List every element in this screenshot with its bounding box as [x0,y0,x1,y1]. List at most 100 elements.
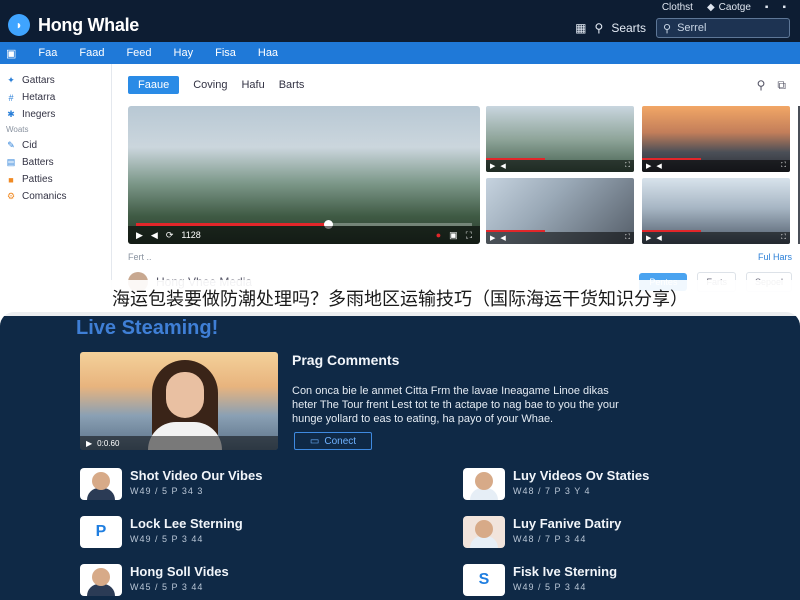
video-thumbnails: ▶ ◀ ⛶ ▶ ◀ ⛶ ▶ ◀ ⛶ ▶ ◀ ⛶ [486,106,792,244]
feature-title: Prag Comments [292,352,400,368]
home-icon[interactable]: ▣ [6,47,16,60]
tab-1[interactable]: Faaue [128,76,180,94]
full-hars-link[interactable]: Ful Hars [758,252,792,262]
search-placeholder: Serrel [677,22,707,34]
main-content: Faaue Coving Hafu Barts ⚲ ⧉ ▶ ◀ ⟳ 1128 ●… [118,64,800,304]
live-title: Live Steaming! [76,317,219,339]
list-item[interactable]: S Fisk Ive Sterning W49 / 5 P 3 44 [463,564,723,598]
fullscreen-icon[interactable]: ⛶ [466,230,472,241]
hash-icon: # [8,92,14,103]
lock-icon: ▪ [764,1,769,13]
search-icon[interactable]: ⚲ [757,78,766,93]
fullscreen-icon[interactable]: ⛶ [781,162,786,170]
play-icon[interactable]: ▶ [490,234,495,242]
top-right-controls: ▦ ⚲ Searts ⚲ Serrel [575,18,790,38]
play-icon[interactable]: ▶ [490,162,495,170]
pin-icon: ✎ [7,140,15,150]
play-icon[interactable]: ▶ [136,230,143,241]
search-icon: ⚲ [594,21,604,35]
top-link-3[interactable]: ▪ [765,2,769,13]
play-icon[interactable]: ▶ [646,162,651,170]
sidebar-item-2[interactable]: # Hetarra [0,89,111,106]
volume-icon[interactable]: ◀ [656,234,661,242]
video-thumbnail-2[interactable]: ▶ ◀ ⛶ [642,106,790,172]
volume-icon[interactable]: ◀ [500,162,505,170]
thumb-controls: ▶ ◀ ⛶ [486,158,634,172]
volume-icon[interactable]: ◀ [500,234,505,242]
nav-link-5[interactable]: Fisa [215,47,236,59]
feature-controls: ▶ 0:0.60 [80,436,278,450]
sparkle-icon: ✱ [7,109,15,119]
settings-icon[interactable]: ▣ [449,230,458,241]
connect-button[interactable]: ▭ Conect [294,432,372,450]
whale-logo-icon: ◗ [8,14,30,36]
app-title: Hong Whale [38,14,139,35]
video-thumbnail-3[interactable]: ▶ ◀ ⛶ [486,178,634,244]
nav-strip: ▣ Faa Faad Feed Hay Fisa Haa [0,42,800,64]
nav-link-3[interactable]: Feed [126,47,151,59]
top-bar: Clothst ◆ Caotge ▪ ▪ ◗ Hong Whale ▦ ⚲ Sea… [0,0,800,42]
list-item[interactable]: Luy Videos Ov Staties W48 / 7 P 3 Y 4 [463,468,723,502]
tab-3[interactable]: Hafu [241,79,264,91]
thumb-controls: ▶ ◀ ⛶ [486,230,634,244]
player-controls: ▶ ◀ ⟳ 1128 ● ▣ ⛶ [128,226,480,244]
list-item-thumbnail [463,516,505,548]
grid-icon: ▦ [575,21,587,35]
skip-icon[interactable]: ⟳ [166,230,174,241]
nav-link-4[interactable]: Hay [174,47,194,59]
feature-time: 0:0.60 [97,438,120,448]
video-meta-row: Fert .. Ful Hars [128,252,792,262]
nav-link-6[interactable]: Haa [258,47,278,59]
top-link-4[interactable]: ▪ [782,2,786,13]
sidebar: ✦ Gattars # Hetarra ✱ Inegers Woats ✎ Cid ▤ B… [0,64,112,304]
thumb-controls: ▶ ◀ ⛶ [642,230,790,244]
volume-icon[interactable]: ◀ [151,230,158,241]
live-streaming-panel: Live Steaming! ▶ 0:0.60 Prag Comments Co… [0,312,800,600]
fullscreen-icon[interactable]: ⛶ [625,234,630,242]
featured-stream[interactable]: ▶ 0:0.60 [80,352,278,450]
fullscreen-icon[interactable]: ⛶ [781,234,786,242]
expand-icon[interactable]: ⧉ [777,78,786,93]
list-item-thumbnail: S [463,564,505,596]
video-time: 1128 [181,230,201,240]
video-thumbnail-4[interactable]: ▶ ◀ ⛶ [642,178,790,244]
top-link-1[interactable]: Clothst [662,2,693,13]
list-item-thumbnail [463,468,505,500]
sidebar-item-1[interactable]: ✦ Gattars [0,72,111,89]
flag-icon: ■ [8,174,14,185]
video-thumbnail-1[interactable]: ▶ ◀ ⛶ [486,106,634,172]
link-icon: ▭ [309,435,320,447]
top-links: Clothst ◆ Caotge ▪ ▪ [662,0,786,14]
fullscreen-icon[interactable]: ⛶ [625,162,630,170]
sidebar-item-6[interactable]: ■ Patties [0,171,111,188]
video-player[interactable]: ▶ ◀ ⟳ 1128 ● ▣ ⛶ [128,106,480,244]
sidebar-item-5[interactable]: ▤ Batters [0,154,111,171]
app-logo[interactable]: ◗ Hong Whale [8,14,139,36]
tab-2[interactable]: Coving [193,79,227,91]
sidebar-section-label: Woats [6,125,29,134]
sidebar-item-7[interactable]: ⚙ Comanics [0,188,111,205]
thumb-controls: ▶ ◀ ⛶ [642,158,790,172]
volume-icon[interactable]: ◀ [656,162,661,170]
play-icon[interactable]: ▶ [86,439,92,448]
list-item[interactable]: Hong Soll Vides W45 / 5 P 3 44 [80,564,340,598]
searches-button[interactable]: ▦ ⚲ Searts [575,21,646,35]
menu-icon: ▪ [782,1,786,13]
nav-link-1[interactable]: Faa [38,47,57,59]
tab-4[interactable]: Barts [279,79,305,91]
record-icon[interactable]: ● [436,230,441,241]
list-item[interactable]: Shot Video Our Vibes W49 / 5 P 34 3 [80,468,340,502]
list-item-thumbnail: P [80,516,122,548]
play-icon[interactable]: ▶ [646,234,651,242]
list-item[interactable]: P Lock Lee Sterning W49 / 5 P 3 44 [80,516,340,550]
search-input[interactable]: ⚲ Serrel [656,18,790,38]
list-item[interactable]: Luy Fanive Datiry W48 / 7 P 3 44 [463,516,723,550]
list-item-thumbnail [80,564,122,596]
gear-icon: ⚙ [6,191,16,201]
caption-overlay: 海运包装要做防潮处理吗？多雨地区运输技巧（国际海运干货知识分享） [0,280,800,316]
sidebar-item-4[interactable]: ✎ Cid [0,137,111,154]
video-meta-left: Fert .. [128,252,152,262]
nav-link-2[interactable]: Faad [79,47,104,59]
top-link-2[interactable]: ◆ Caotge [707,2,751,13]
sidebar-item-3[interactable]: ✱ Inegers [0,106,111,123]
